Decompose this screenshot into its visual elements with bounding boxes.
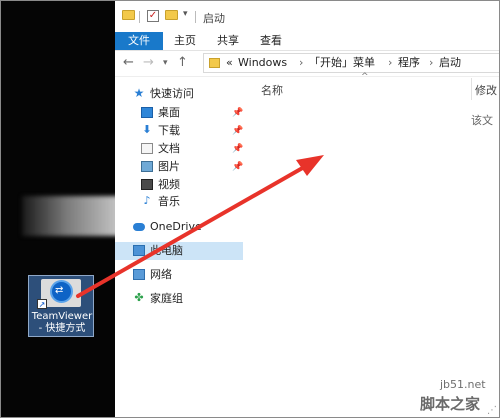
resize-grip-icon[interactable]: ⋰: [487, 405, 497, 416]
desktop: ⇄ ↗ TeamViewer - 快捷方式 ✓ ▾ 启动 文件 主页 共享 查看…: [0, 0, 500, 418]
annotation-arrow-head: [296, 155, 324, 176]
annotation-arrow-shaft: [76, 164, 308, 298]
watermark-site-name: 脚本之家: [420, 395, 481, 413]
annotation-arrow: [76, 155, 324, 298]
watermark-url: jb51.net: [440, 378, 486, 391]
